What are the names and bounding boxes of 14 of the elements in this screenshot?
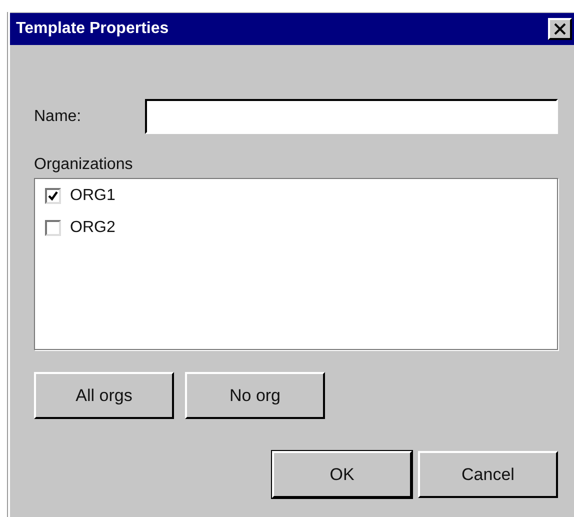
organization-name: ORG1 xyxy=(70,187,116,205)
cancel-button[interactable]: Cancel xyxy=(418,451,558,498)
select-button[interactable]: All orgs xyxy=(34,372,174,419)
organizations-label: Organizations xyxy=(34,156,134,174)
organization-name: ORG2 xyxy=(70,219,116,237)
select-button[interactable]: No org xyxy=(185,372,325,419)
checkbox[interactable] xyxy=(45,188,61,204)
window-title: Template Properties xyxy=(16,20,169,38)
name-label: Name: xyxy=(34,108,82,126)
ok-button[interactable]: OK xyxy=(272,451,412,498)
close-icon xyxy=(554,23,566,35)
checkbox[interactable] xyxy=(45,220,61,236)
name-field[interactable] xyxy=(145,99,558,134)
close-button[interactable] xyxy=(548,18,572,40)
